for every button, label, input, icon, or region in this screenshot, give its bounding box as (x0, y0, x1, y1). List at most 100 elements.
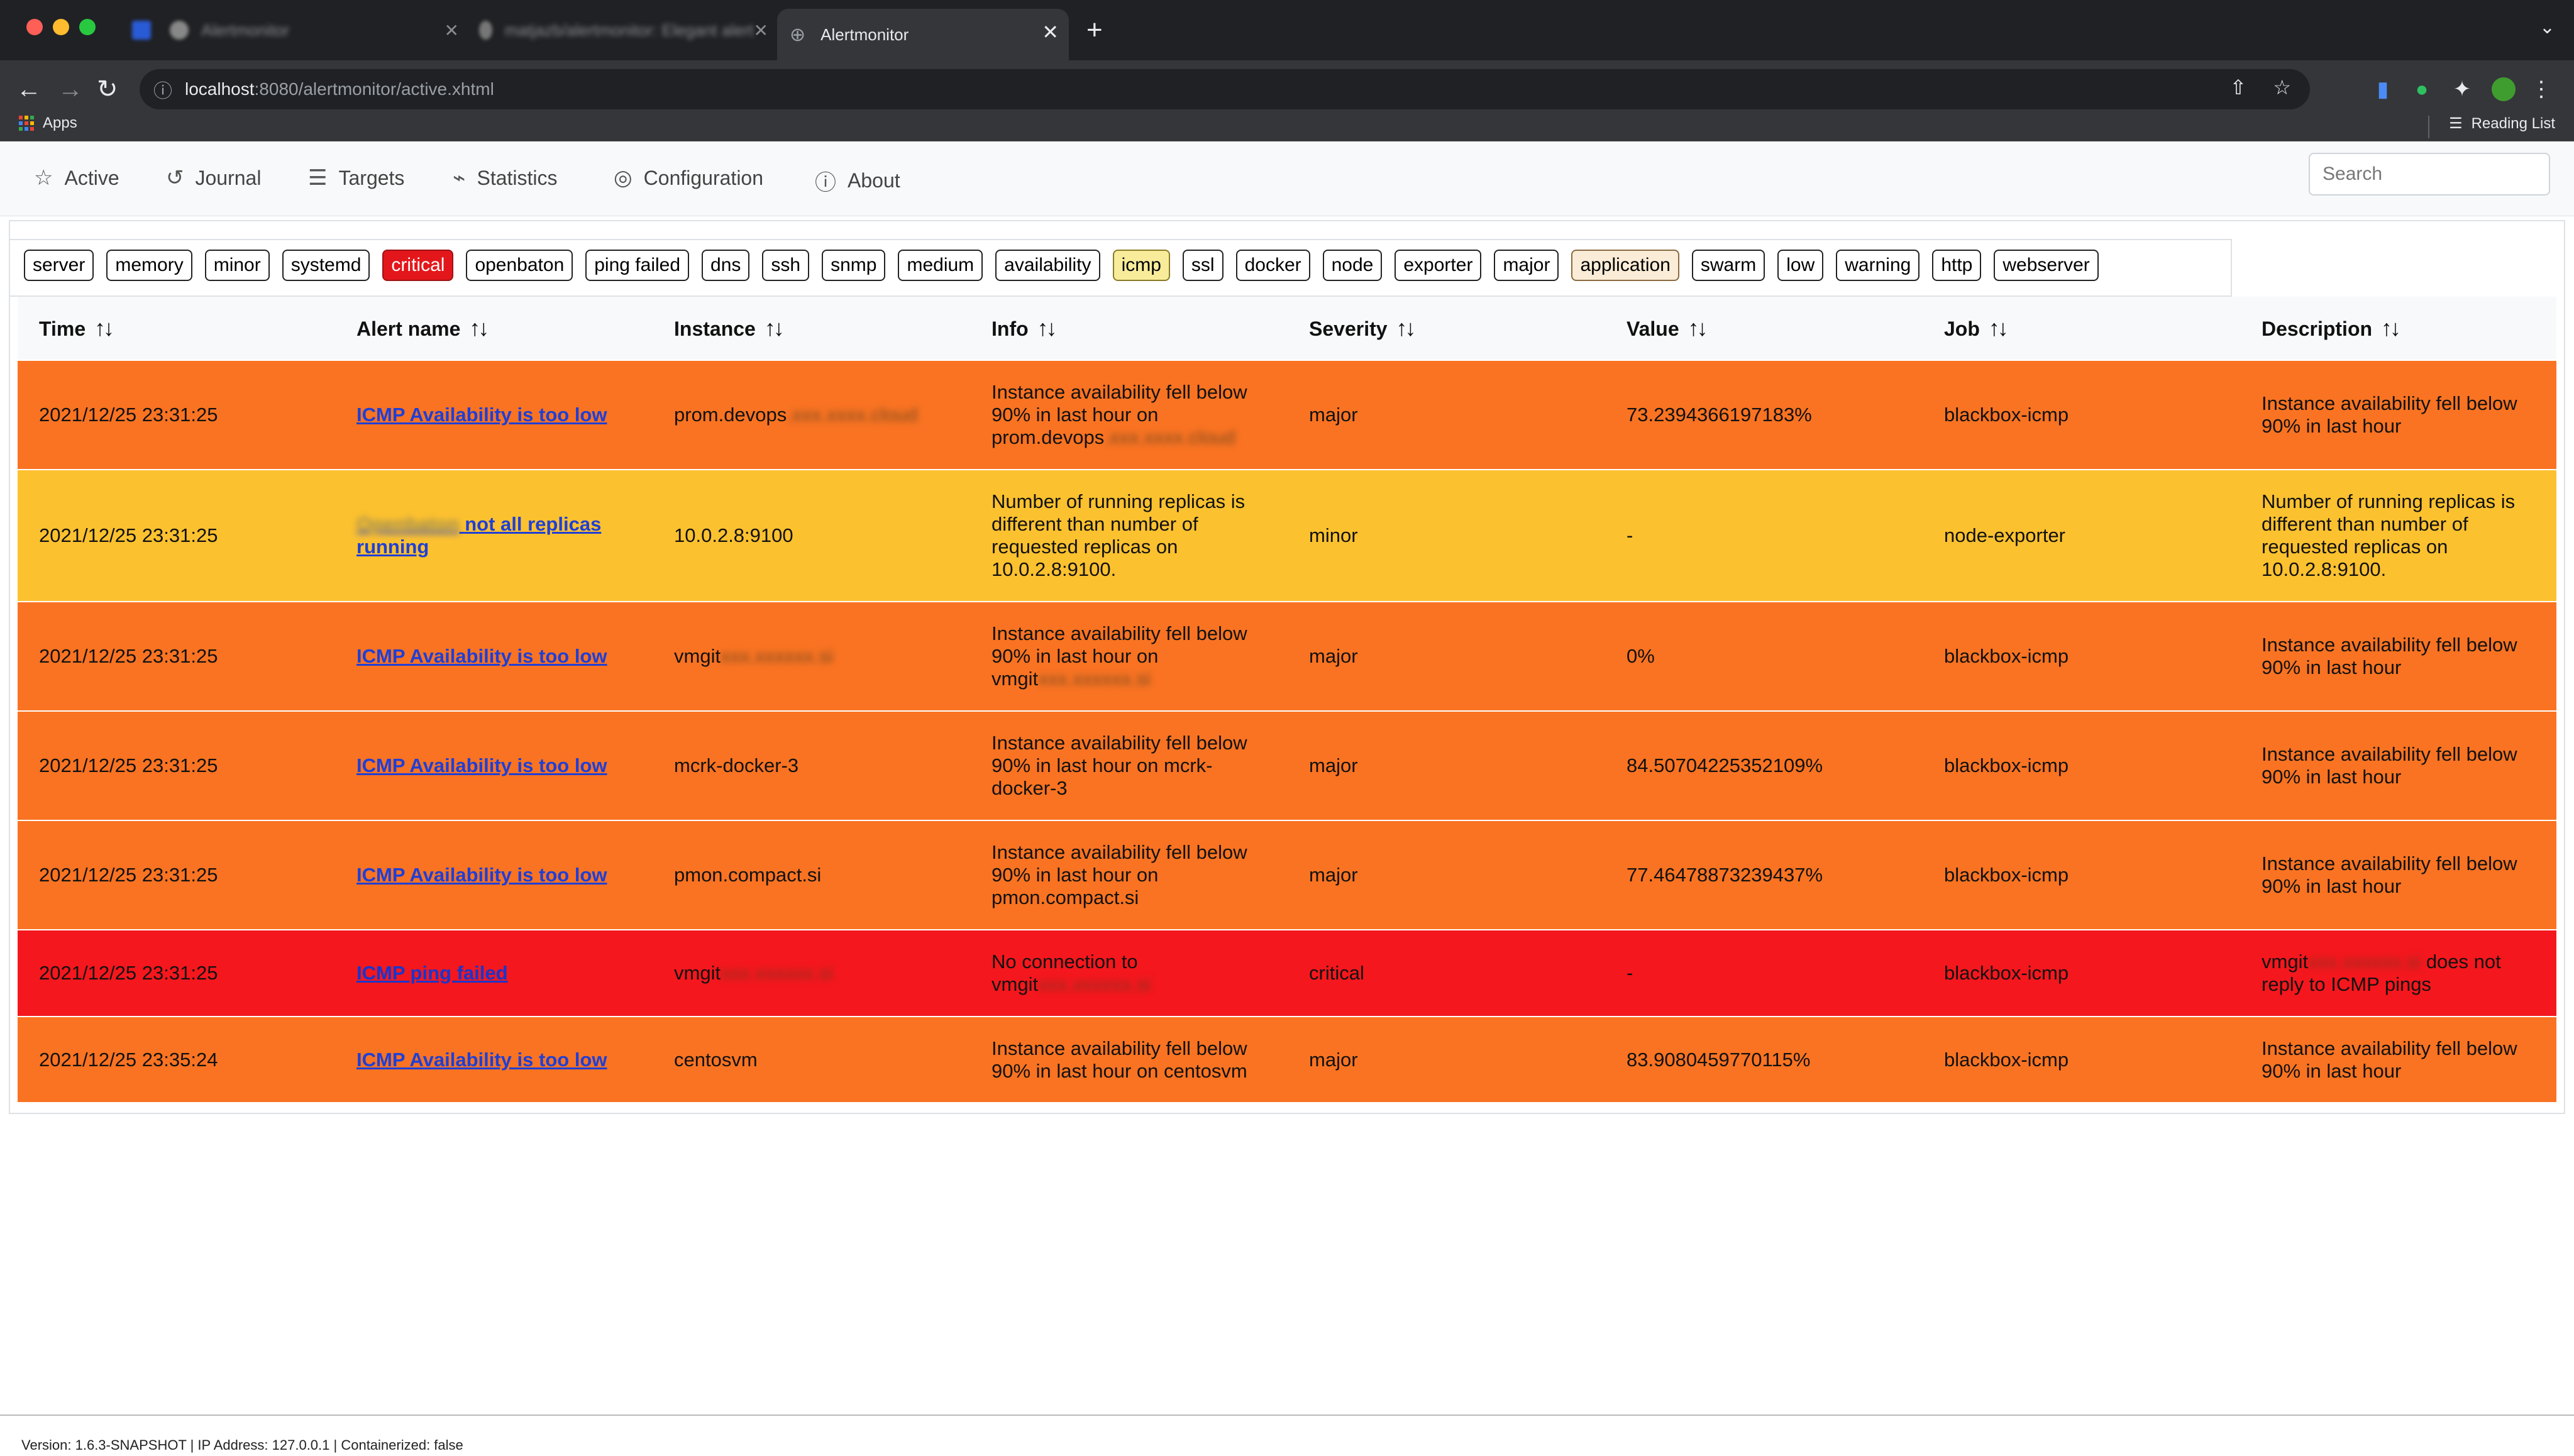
column-header-instance[interactable]: Instance ↑↓ (653, 297, 970, 360)
evernote-extension-icon[interactable]: ● (2408, 72, 2436, 107)
search-input[interactable] (2309, 153, 2550, 196)
tag-docker[interactable]: docker (1235, 250, 1310, 281)
alert-row[interactable]: 2021/12/25 23:31:25 ICMP Availability is… (18, 601, 2556, 711)
minimize-window-button[interactable] (53, 19, 69, 35)
cell-severity: major (1288, 710, 1605, 820)
tag-memory[interactable]: memory (106, 250, 192, 281)
redacted-text: xxx.xxxxxx.si (1038, 973, 1151, 995)
nav-about[interactable]: ⓘ About (815, 165, 900, 196)
maximize-window-button[interactable] (79, 19, 96, 35)
tag-node[interactable]: node (1322, 250, 1383, 281)
tab-close-icon[interactable]: ✕ (1042, 20, 1059, 44)
tag-major[interactable]: major (1494, 250, 1559, 281)
tag-swarm[interactable]: swarm (1691, 250, 1765, 281)
tag-systemd[interactable]: systemd (282, 250, 370, 281)
alert-row[interactable]: 2021/12/25 23:31:25 ICMP ping failed vmg… (18, 929, 2556, 1017)
apps-shortcut[interactable]: Apps (19, 114, 77, 132)
tab-search-chevron-icon[interactable]: ⌄ (2539, 16, 2555, 38)
column-header-alert-name[interactable]: Alert name ↑↓ (335, 297, 653, 360)
tab-title: Alertmonitor (820, 25, 909, 44)
browser-menu-icon[interactable]: ⋮ (2527, 72, 2555, 107)
history-icon: ↺ (166, 166, 184, 190)
tag-availability[interactable]: availability (995, 250, 1100, 281)
tag-warning[interactable]: warning (1836, 250, 1920, 281)
tag-icmp[interactable]: icmp (1112, 250, 1170, 281)
alert-link[interactable]: ICMP Availability is too low (356, 864, 607, 886)
sort-icon[interactable]: ↑↓ (1989, 315, 2009, 341)
tab-close-icon[interactable]: ✕ (754, 20, 768, 41)
alert-row[interactable]: 2021/12/25 23:31:25 ICMP Availability is… (18, 360, 2556, 470)
nav-active[interactable]: ☆ Active (34, 165, 119, 190)
sort-icon[interactable]: ↑↓ (1037, 315, 1058, 341)
profile-avatar[interactable] (2490, 72, 2517, 107)
tag-openbaton[interactable]: openbaton (466, 250, 573, 281)
alert-link[interactable]: ICMP Availability is too low (356, 645, 607, 667)
url-text[interactable]: localhost:8080/alertmonitor/active.xhtml (185, 79, 494, 99)
cell-info: Instance availability fell below 90% in … (970, 601, 1288, 711)
alert-link[interactable]: ICMP ping failed (356, 962, 508, 984)
sort-icon[interactable]: ↑↓ (1688, 315, 1708, 341)
cell-alert-name: ICMP Availability is too low (335, 601, 653, 711)
bookmark-star-icon[interactable]: ☆ (2273, 75, 2291, 99)
tag-http[interactable]: http (1932, 250, 1982, 281)
tag-ssh[interactable]: ssh (762, 250, 810, 281)
reload-button[interactable]: ↻ (97, 73, 118, 106)
site-info-icon[interactable]: ⓘ (153, 75, 172, 103)
tab-close-icon[interactable]: ✕ (445, 20, 459, 41)
alert-row[interactable]: 2021/12/25 23:31:25 ICMP Availability is… (18, 820, 2556, 930)
alert-link-text: ICMP Availability is too low (356, 1048, 607, 1071)
close-window-button[interactable] (26, 19, 43, 35)
tag-ping-failed[interactable]: ping failed (585, 250, 690, 281)
tag-application[interactable]: application (1571, 250, 1679, 281)
tag-server[interactable]: server (24, 250, 94, 281)
cell-description: Instance availability fell below 90% in … (2240, 820, 2556, 930)
alert-row[interactable]: 2021/12/25 23:31:25 ICMP Availability is… (18, 710, 2556, 820)
browser-tab-2[interactable]: matjazb/alertmonitor: Elegant alert ✕ (479, 14, 768, 47)
sort-icon[interactable]: ↑↓ (2381, 315, 2401, 341)
column-header-description[interactable]: Description ↑↓ (2240, 297, 2556, 360)
tag-medium[interactable]: medium (898, 250, 983, 281)
alert-link[interactable]: ICMP Availability is too low (356, 404, 607, 426)
sort-icon[interactable]: ↑↓ (469, 315, 489, 341)
cell-value: 84.50704225352109% (1605, 710, 1923, 820)
reading-list-button[interactable]: ☰ Reading List (2449, 114, 2555, 133)
column-header-info[interactable]: Info ↑↓ (970, 297, 1288, 360)
reading-list-label: Reading List (2471, 114, 2555, 132)
tag-snmp[interactable]: snmp (822, 250, 886, 281)
back-button[interactable]: ← (16, 73, 41, 106)
nav-statistics[interactable]: ⌁ Statistics (453, 165, 558, 190)
browser-tab-active[interactable]: ⊕ Alertmonitor ✕ (777, 9, 1069, 60)
tag-webserver[interactable]: webserver (1994, 250, 2099, 281)
tag-ssl[interactable]: ssl (1182, 250, 1223, 281)
forward-button[interactable]: → (58, 73, 83, 106)
tag-critical[interactable]: critical (382, 250, 454, 281)
nav-targets[interactable]: ☰ Targets (308, 165, 404, 190)
redacted-text: xxx.xxxxxx.si (2308, 951, 2421, 973)
nav-journal[interactable]: ↺ Journal (166, 165, 261, 190)
browser-tab-1[interactable]: Alertmonitor ✕ (132, 14, 459, 47)
column-header-job[interactable]: Job ↑↓ (1923, 297, 2240, 360)
extensions-puzzle-icon[interactable]: ✦ (2448, 72, 2476, 107)
tag-dns[interactable]: dns (702, 250, 750, 281)
alert-link[interactable]: Openbaton not all replicas running (356, 513, 601, 558)
sort-icon[interactable]: ↑↓ (94, 315, 114, 341)
alert-link-text: ICMP Availability is too low (356, 404, 607, 426)
column-header-time[interactable]: Time ↑↓ (18, 297, 335, 360)
nav-configuration[interactable]: ◎ Configuration (614, 165, 763, 190)
sort-icon[interactable]: ↑↓ (1396, 315, 1417, 341)
new-tab-button[interactable]: + (1086, 13, 1103, 48)
column-header-value[interactable]: Value ↑↓ (1605, 297, 1923, 360)
alert-link-text: ICMP Availability is too low (356, 864, 607, 886)
bookmark-extension-icon[interactable]: ▮ (2369, 72, 2397, 107)
address-bar[interactable]: ⓘ localhost:8080/alertmonitor/active.xht… (140, 69, 2310, 109)
sort-icon[interactable]: ↑↓ (765, 315, 785, 341)
alert-link[interactable]: ICMP Availability is too low (356, 1049, 607, 1071)
alert-row[interactable]: 2021/12/25 23:35:24 ICMP Availability is… (18, 1016, 2556, 1102)
tag-low[interactable]: low (1777, 250, 1824, 281)
alert-row[interactable]: 2021/12/25 23:31:25 Openbaton not all re… (18, 469, 2556, 602)
alert-link[interactable]: ICMP Availability is too low (356, 754, 607, 776)
tag-exporter[interactable]: exporter (1395, 250, 1482, 281)
share-icon[interactable]: ⇧ (2230, 75, 2247, 99)
column-header-severity[interactable]: Severity ↑↓ (1288, 297, 1605, 360)
tag-minor[interactable]: minor (204, 250, 270, 281)
